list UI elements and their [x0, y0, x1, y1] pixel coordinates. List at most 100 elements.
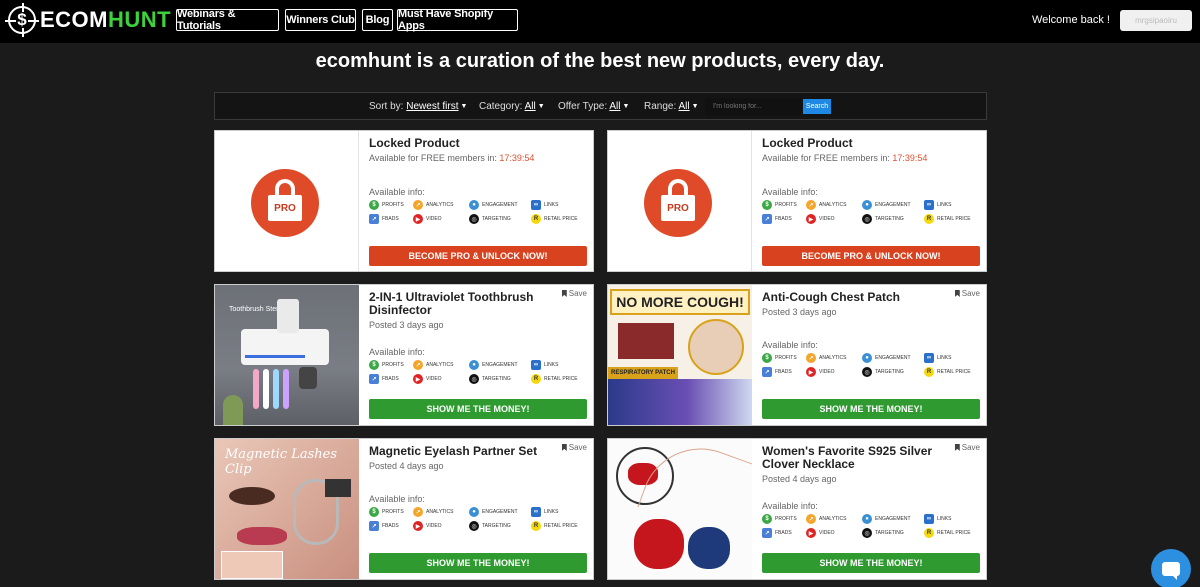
- become-pro-button[interactable]: BECOME PRO & UNLOCK NOW!: [762, 246, 980, 266]
- show-me-the-money-button[interactable]: SHOW ME THE MONEY!: [762, 399, 980, 419]
- search-input[interactable]: [705, 98, 801, 115]
- product-card[interactable]: Women's Favorite S925 Silver Clover Neck…: [607, 438, 987, 580]
- tag-profits: $ PROFITS: [369, 200, 413, 210]
- price-tag-icon: R: [924, 214, 934, 224]
- nav-webinars-tutorials[interactable]: Webinars & Tutorials: [176, 8, 279, 32]
- tag-profits: $ PROFITS: [369, 360, 413, 370]
- product-title[interactable]: 2-IN-1 Ultraviolet Toothbrush Disinfecto…: [369, 291, 587, 317]
- sort-filter[interactable]: Sort by: Newest first ▼: [369, 101, 467, 112]
- logo-text-ecom: ECOM: [40, 7, 108, 32]
- product-title[interactable]: Anti-Cough Chest Patch: [762, 291, 980, 304]
- locked-product-card: PRO Locked Product Available for FREE me…: [214, 130, 594, 272]
- play-icon: ▶: [806, 214, 816, 224]
- tag-retail-price: R RETAIL PRICE: [924, 367, 971, 377]
- target-icon: ◎: [469, 521, 479, 531]
- posted-date: Posted 4 days ago: [369, 461, 444, 471]
- save-button[interactable]: Save: [562, 289, 587, 298]
- range-filter[interactable]: Range: All ▼: [644, 101, 699, 112]
- range-value[interactable]: All: [678, 101, 689, 112]
- play-icon: ▶: [413, 521, 423, 531]
- ecomhunt-logo[interactable]: $ ECOMHUNT: [5, 3, 172, 37]
- product-image[interactable]: Magnetic Lashes Clip: [215, 439, 359, 579]
- price-tag-icon: R: [924, 367, 934, 377]
- target-icon: ◎: [862, 528, 872, 538]
- tag-engagement: ● ENGAGEMENT: [862, 200, 924, 210]
- fbads-icon: ↗: [762, 367, 772, 377]
- product-image[interactable]: [608, 439, 752, 579]
- price-tag-icon: R: [531, 521, 541, 531]
- tag-video: ▶ VIDEO: [413, 521, 469, 531]
- tag-targeting: ◎ TARGETING: [469, 374, 531, 384]
- show-me-the-money-button[interactable]: SHOW ME THE MONEY!: [369, 553, 587, 573]
- tag-targeting: ◎ TARGETING: [469, 214, 531, 224]
- caret-down-icon: ▼: [691, 103, 699, 110]
- top-navbar: $ ECOMHUNT Webinars & Tutorials Winners …: [0, 0, 1200, 43]
- product-card[interactable]: Magnetic Lashes Clip Magnetic Eyelash Pa…: [214, 438, 594, 580]
- target-icon: ◎: [469, 214, 479, 224]
- tag-engagement: ● ENGAGEMENT: [862, 353, 924, 363]
- offer-type-filter[interactable]: Offer Type: All ▼: [558, 101, 629, 112]
- countdown-timer: 17:39:54: [892, 153, 928, 163]
- chat-widget-button[interactable]: [1151, 549, 1191, 587]
- save-button[interactable]: Save: [562, 443, 587, 452]
- info-tags: $ PROFITS ↗ ANALYTICS ● ENGAGEMENT ∞ LINKS ↗…: [369, 507, 578, 531]
- tag-targeting: ◎ TARGETING: [469, 521, 531, 531]
- tag-video: ▶ VIDEO: [806, 367, 862, 377]
- nav-blog[interactable]: Blog: [362, 9, 393, 31]
- tag-video: ▶ VIDEO: [806, 528, 862, 538]
- tag-links: ∞ LINKS: [531, 507, 571, 517]
- available-info-label: Available info:: [762, 501, 818, 511]
- product-image[interactable]: Toothbrush Sterilizer: [215, 285, 359, 425]
- fbads-icon: ↗: [762, 528, 772, 538]
- tag-fbads: ↗ FBADS: [762, 214, 806, 224]
- target-icon: ◎: [469, 374, 479, 384]
- user-icon: ●: [862, 353, 872, 363]
- product-title[interactable]: Women's Favorite S925 Silver Clover Neck…: [762, 445, 980, 471]
- target-icon: ◎: [862, 367, 872, 377]
- tag-engagement: ● ENGAGEMENT: [862, 514, 924, 524]
- link-icon: ∞: [924, 514, 934, 524]
- show-me-the-money-button[interactable]: SHOW ME THE MONEY!: [762, 553, 980, 573]
- tag-engagement: ● ENGAGEMENT: [469, 200, 531, 210]
- search-button[interactable]: Search: [803, 99, 831, 114]
- caret-down-icon: ▼: [622, 103, 630, 110]
- fbads-icon: ↗: [369, 521, 379, 531]
- availability-text: Available for FREE members in: 17:39:54: [369, 153, 535, 163]
- logo-text-hunt: HUNT: [108, 7, 172, 32]
- locked-product-card: PRO Locked Product Available for FREE me…: [607, 130, 987, 272]
- tag-targeting: ◎ TARGETING: [862, 367, 924, 377]
- tag-profits: $ PROFITS: [369, 507, 413, 517]
- crosshair-dollar-icon: $: [5, 3, 39, 37]
- show-me-the-money-button[interactable]: SHOW ME THE MONEY!: [369, 399, 587, 419]
- category-filter[interactable]: Category: All ▼: [479, 101, 545, 112]
- product-image[interactable]: NO MORE COUGH! RESPIRATORY PATCH: [608, 285, 752, 425]
- tag-engagement: ● ENGAGEMENT: [469, 507, 531, 517]
- caret-down-icon: ▼: [460, 103, 468, 110]
- category-value[interactable]: All: [525, 101, 536, 112]
- save-button[interactable]: Save: [955, 289, 980, 298]
- pro-lock-icon: PRO: [251, 169, 319, 237]
- product-title[interactable]: Magnetic Eyelash Partner Set: [369, 445, 587, 458]
- play-icon: ▶: [806, 367, 816, 377]
- info-tags: $ PROFITS ↗ ANALYTICS ● ENGAGEMENT ∞ LINKS ↗…: [762, 514, 971, 538]
- price-tag-icon: R: [531, 214, 541, 224]
- tag-profits: $ PROFITS: [762, 514, 806, 524]
- info-tags: $ PROFITS ↗ ANALYTICS ● ENGAGEMENT ∞ LINKS ↗…: [762, 200, 971, 224]
- product-card[interactable]: Toothbrush Sterilizer 2-IN-1 Ultraviolet…: [214, 284, 594, 426]
- nav-shopify-apps[interactable]: Must Have Shopify Apps: [397, 8, 518, 32]
- product-card[interactable]: NO MORE COUGH! RESPIRATORY PATCH Anti-Co…: [607, 284, 987, 426]
- chart-icon: ↗: [413, 200, 423, 210]
- become-pro-button[interactable]: BECOME PRO & UNLOCK NOW!: [369, 246, 587, 266]
- nav-winners-club[interactable]: Winners Club: [285, 9, 356, 31]
- user-icon: ●: [862, 200, 872, 210]
- offer-type-value[interactable]: All: [609, 101, 620, 112]
- locked-thumbnail: PRO: [215, 131, 359, 271]
- tag-analytics: ↗ ANALYTICS: [413, 200, 469, 210]
- tag-retail-price: R RETAIL PRICE: [924, 528, 971, 538]
- locked-thumbnail: PRO: [608, 131, 752, 271]
- tag-analytics: ↗ ANALYTICS: [806, 353, 862, 363]
- sort-value[interactable]: Newest first: [406, 101, 458, 112]
- save-button[interactable]: Save: [955, 443, 980, 452]
- available-info-label: Available info:: [762, 340, 818, 350]
- user-account-button[interactable]: mrgsipaoiru: [1120, 10, 1192, 31]
